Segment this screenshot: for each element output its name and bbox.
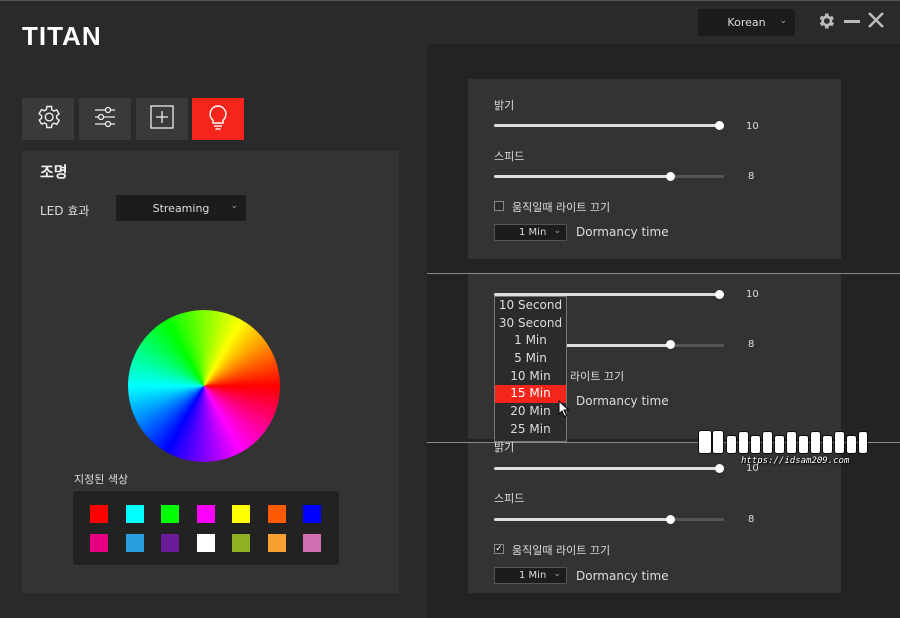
dormancy-option[interactable]: 25 Min bbox=[495, 421, 566, 439]
speed-label: 스피드 bbox=[494, 492, 525, 505]
speed-slider[interactable] bbox=[494, 175, 724, 178]
speed-value: 8 bbox=[748, 514, 755, 525]
dormancy-select[interactable]: 1 Min ⌄ bbox=[494, 567, 567, 584]
dormancy-option[interactable]: 5 Min bbox=[495, 350, 566, 368]
dormancy-option[interactable]: 10 Min bbox=[495, 368, 566, 386]
language-value: Korean bbox=[727, 16, 766, 29]
panel-title: 조명 bbox=[40, 163, 68, 181]
speed-slider-thumb[interactable] bbox=[666, 515, 675, 524]
motion-light-off-checkbox[interactable]: ✓ bbox=[494, 544, 504, 554]
dormancy-value: 1 Min bbox=[519, 227, 547, 238]
led-effect-label: LED 효과 bbox=[40, 204, 90, 218]
chevron-down-icon: ⌄ bbox=[553, 569, 561, 579]
preset-color-swatch[interactable] bbox=[161, 505, 179, 523]
preset-color-swatch[interactable] bbox=[196, 505, 215, 523]
gear-icon[interactable] bbox=[816, 11, 836, 34]
chevron-down-icon: ⌄ bbox=[553, 226, 561, 236]
brightness-slider-thumb[interactable] bbox=[715, 121, 724, 130]
dormancy-dropdown-list: 10 Second 30 Second 1 Min 5 Min 10 Min 15 Min… bbox=[494, 296, 567, 442]
speed-slider-thumb[interactable] bbox=[666, 340, 675, 349]
preset-color-swatch[interactable] bbox=[90, 505, 108, 523]
speed-label: 스피드 bbox=[494, 150, 525, 163]
titan-logo: TITAN bbox=[22, 21, 102, 51]
motion-light-off-label: 라이트 끄기 bbox=[570, 370, 625, 383]
brightness-slider[interactable] bbox=[494, 467, 724, 470]
dormancy-value: 1 Min bbox=[519, 570, 547, 581]
speed-value: 8 bbox=[748, 339, 755, 350]
chevron-down-icon: ⌄ bbox=[230, 201, 238, 211]
plus-box-icon bbox=[148, 103, 176, 135]
preset-color-swatch[interactable] bbox=[125, 534, 144, 552]
preset-color-swatch[interactable] bbox=[267, 534, 286, 552]
watermark-url: https://idsam209.com bbox=[741, 456, 850, 466]
brightness-label: 밝기 bbox=[494, 99, 515, 112]
chevron-down-icon: ⌄ bbox=[779, 16, 787, 26]
preset-color-swatch[interactable] bbox=[303, 534, 321, 552]
motion-light-off-label: 움직일때 라이트 끄기 bbox=[512, 544, 611, 557]
preset-color-swatch[interactable] bbox=[303, 505, 321, 523]
preset-color-swatch[interactable] bbox=[125, 505, 144, 523]
dormancy-select[interactable]: 1 Min ⌄ bbox=[494, 224, 567, 241]
dormancy-option[interactable]: 10 Second bbox=[495, 297, 566, 315]
dormancy-option[interactable]: 1 Min bbox=[495, 332, 566, 350]
brightness-slider[interactable] bbox=[494, 124, 724, 127]
dormancy-option[interactable]: 30 Second bbox=[495, 315, 566, 333]
brightness-value: 10 bbox=[746, 121, 759, 132]
dormancy-option[interactable]: 20 Min bbox=[495, 403, 566, 421]
preset-colors-box bbox=[73, 491, 339, 565]
preset-color-swatch[interactable] bbox=[267, 505, 286, 523]
dormancy-label: Dormancy time bbox=[576, 225, 669, 239]
dormancy-option[interactable]: 15 Min bbox=[495, 385, 566, 404]
brightness-label: 밝기 bbox=[494, 441, 515, 454]
led-effect-select[interactable]: Streaming ⌄ bbox=[116, 195, 246, 221]
preset-color-swatch[interactable] bbox=[232, 505, 250, 523]
mouse-cursor-icon bbox=[558, 399, 570, 422]
lighting-panel: 조명 LED 효과 Streaming ⌄ 지정된 색상 bbox=[22, 151, 399, 593]
preset-colors-label: 지정된 색상 bbox=[74, 473, 129, 486]
language-select[interactable]: Korean ⌄ bbox=[698, 9, 795, 36]
brightness-value: 10 bbox=[746, 289, 759, 300]
tab-macro[interactable] bbox=[136, 98, 188, 140]
minimize-icon[interactable] bbox=[843, 10, 861, 33]
preset-color-swatch[interactable] bbox=[161, 534, 179, 552]
dormancy-label: Dormancy time bbox=[576, 394, 669, 408]
preset-color-swatch[interactable] bbox=[90, 534, 108, 552]
motion-light-off-label: 움직일때 라이트 끄기 bbox=[512, 201, 611, 214]
tab-tuning[interactable] bbox=[79, 98, 131, 140]
preset-color-swatch[interactable] bbox=[196, 534, 215, 552]
preset-color-swatch[interactable] bbox=[232, 534, 250, 552]
bulb-icon bbox=[204, 103, 232, 135]
tab-lighting[interactable] bbox=[192, 98, 244, 140]
speed-slider[interactable] bbox=[494, 518, 724, 521]
sliders-icon bbox=[91, 103, 119, 135]
speed-value: 8 bbox=[748, 171, 755, 182]
led-effect-value: Streaming bbox=[152, 201, 210, 215]
tab-settings[interactable] bbox=[22, 98, 74, 140]
gear-icon bbox=[34, 103, 62, 135]
brightness-slider-thumb[interactable] bbox=[715, 290, 724, 299]
speed-slider-thumb[interactable] bbox=[666, 172, 675, 181]
motion-light-off-checkbox[interactable] bbox=[494, 201, 504, 211]
color-wheel[interactable] bbox=[128, 310, 280, 462]
close-icon[interactable] bbox=[867, 11, 885, 32]
dormancy-label: Dormancy time bbox=[576, 569, 669, 583]
